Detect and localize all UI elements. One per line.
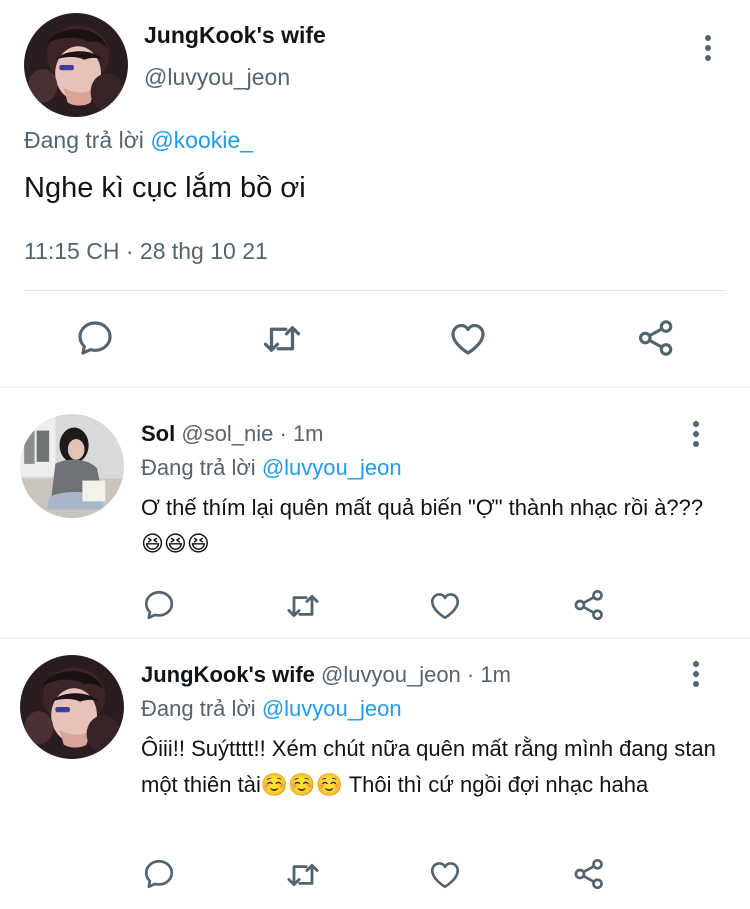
author-meta[interactable]: @sol_nie · 1m bbox=[175, 421, 323, 446]
heart-icon[interactable] bbox=[448, 318, 488, 358]
tweet-text: Nghe kì cục lắm bồ ơi bbox=[24, 172, 306, 204]
avatar-image bbox=[20, 655, 124, 759]
divider bbox=[24, 290, 726, 291]
avatar[interactable] bbox=[20, 414, 124, 518]
comment-icon[interactable] bbox=[142, 857, 176, 891]
replying-prefix: Đang trả lời bbox=[141, 696, 262, 721]
retweet-icon[interactable] bbox=[261, 318, 303, 360]
heart-icon[interactable] bbox=[428, 857, 462, 891]
main-tweet: JungKook's wife @luvyou_jeon Đang trả lờ… bbox=[0, 0, 750, 387]
share-icon[interactable] bbox=[636, 318, 676, 358]
avatar[interactable] bbox=[24, 13, 128, 117]
replying-prefix: Đang trả lời bbox=[141, 455, 262, 480]
avatar[interactable] bbox=[20, 655, 124, 759]
replying-to-line: Đang trả lời @kookie_ bbox=[24, 127, 253, 154]
share-icon[interactable] bbox=[572, 588, 606, 622]
reply-tweet[interactable]: Sol @sol_nie · 1m Đang trả lời @luvyou_j… bbox=[0, 388, 750, 638]
replying-prefix: Đang trả lời bbox=[24, 127, 151, 153]
more-options-icon[interactable] bbox=[692, 421, 700, 449]
replying-to-line: Đang trả lời @luvyou_jeon bbox=[141, 696, 402, 722]
avatar-image bbox=[20, 414, 124, 518]
replying-to-line: Đang trả lời @luvyou_jeon bbox=[141, 455, 402, 481]
author-meta[interactable]: @luvyou_jeon · 1m bbox=[315, 662, 511, 687]
replying-to-mention[interactable]: @kookie_ bbox=[150, 127, 253, 153]
author-name[interactable]: JungKook's wife bbox=[144, 22, 326, 49]
tweet-text: Ôiii!! Suýtttt!! Xém chút nữa quên mất r… bbox=[141, 736, 716, 797]
avatar-image bbox=[24, 13, 128, 117]
author-name[interactable]: JungKook's wife bbox=[141, 662, 315, 687]
retweet-icon[interactable] bbox=[285, 857, 321, 893]
replying-to-mention[interactable]: @luvyou_jeon bbox=[262, 696, 402, 721]
tweet-text: Ơ thế thím lại quên mất quả biến "Ợ" thà… bbox=[141, 495, 704, 556]
reply-header: JungKook's wife @luvyou_jeon · 1m bbox=[141, 662, 511, 688]
more-options-icon[interactable] bbox=[692, 661, 700, 689]
reply-tweet[interactable]: JungKook's wife @luvyou_jeon · 1m Đang t… bbox=[0, 639, 750, 909]
author-handle[interactable]: @luvyou_jeon bbox=[144, 64, 290, 91]
comment-icon[interactable] bbox=[142, 588, 176, 622]
replying-to-mention[interactable]: @luvyou_jeon bbox=[262, 455, 402, 480]
share-icon[interactable] bbox=[572, 857, 606, 891]
more-options-icon[interactable] bbox=[704, 35, 712, 63]
tweet-timestamp[interactable]: 11:15 CH · 28 thg 10 21 bbox=[24, 238, 268, 265]
retweet-icon[interactable] bbox=[285, 588, 321, 624]
heart-icon[interactable] bbox=[428, 588, 462, 622]
reply-header: Sol @sol_nie · 1m bbox=[141, 421, 324, 447]
author-name[interactable]: Sol bbox=[141, 421, 175, 446]
comment-icon[interactable] bbox=[75, 318, 115, 358]
